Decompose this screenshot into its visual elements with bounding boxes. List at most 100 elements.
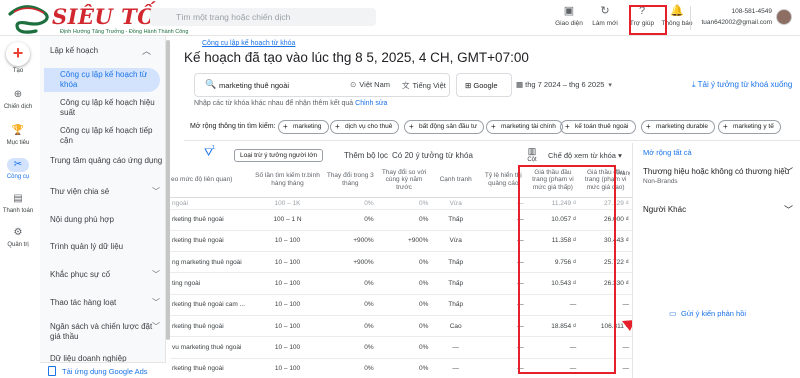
table-row[interactable]: rketing thuê ngoài cam ... 10 – 100 0% 0… [170,294,632,316]
table-header-row: eo mức độ liên quan) Số lần tìm kiếm tr.… [170,163,632,198]
refine-panel: Mở rộng tất cả Thương hiệu hoặc không có… [632,143,800,378]
col-header-yoy-change[interactable]: Thay đổi so với cùng kỳ năm trước [376,163,432,198]
refresh-icon: ↻ [600,5,610,17]
add-filter-button[interactable]: Thêm bộ lọc [344,151,388,160]
cell-impression-share: — [479,209,527,231]
cell-keyword: rketing thuê ngoài [170,358,252,378]
chevron-down-icon: ﹀ [152,270,160,279]
edit-link[interactable]: Chỉnh sửa [355,100,387,107]
date-range-selector[interactable]: ▦ thg 7 2024 – thg 6 2025 ▾ [516,80,612,89]
columns-button[interactable]: ▥ Cột [524,146,540,163]
refine-group-brand[interactable]: Thương hiệu hoặc không có thương hiệu No… [643,167,793,187]
table-row[interactable]: rketing thuê ngoài 10 – 100 +900% +900% … [170,230,632,253]
col-header-keyword[interactable]: eo mức độ liên quan) [170,163,252,198]
help-button[interactable]: ? Trợ giúp [625,4,659,27]
sidenav-group-shared-library[interactable]: Thư viện chia sẻ ﹀ [50,187,164,197]
seed-keyword-value: marketing thuê ngoài [219,81,290,90]
sidenav-item-keyword-planner[interactable]: Công cụ lập kế hoạch từ khóa [44,68,160,92]
view-toggle[interactable]: Chế độ xem từ khóa ▾ [548,151,622,160]
cell-impression-share: — [479,230,527,253]
col-header-bid-low[interactable]: Giá thầu đầu trang (phạm vi mức giá thấp… [526,163,580,198]
table-row[interactable]: ng marketing thuê ngoài 10 – 100 +900% 0… [170,251,632,274]
cell-yoy-change: 0% [376,358,432,378]
col-header-impression-share[interactable]: Tỷ lệ hiển thị quảng cáo [479,163,527,198]
search-input[interactable]: Tìm một trang hoặc chiến dịch [150,8,376,26]
col-header-page-cut[interactable]: Trang [616,170,630,204]
download-ideas-link[interactable]: ⤓ Tải ý tưởng từ khoá xuống [692,80,792,90]
table-row[interactable]: vu marketing thuê ngoài 10 – 100 0% 0% —… [170,336,632,359]
expand-all-link[interactable]: Mở rộng tất cả [643,148,692,157]
expand-chip[interactable]: + dịch vụ cho thuê [330,120,400,134]
get-app-link[interactable]: Tải ứng dụng Google Ads [40,362,166,378]
location-selector[interactable]: ⊙ Việt Nam [350,80,390,89]
create-button[interactable]: + [6,42,30,66]
sidenav-item-reach-planner[interactable]: Công cụ lập kế hoạch tiếp cận [44,124,160,148]
expand-chip[interactable]: + marketing [278,120,329,134]
cell-yoy-change: 0% [376,315,432,338]
rail-item-admin[interactable]: ⚙ Quản trị [0,226,36,248]
cell-yoy-change: 0% [376,251,432,274]
breadcrumb[interactable]: Công cụ lập kế hoạch từ khóa [202,40,295,47]
rail-item-campaigns[interactable]: ⊕ Chiến dịch [0,88,36,110]
cell-bid-low: 10.057 ₫ [526,209,580,231]
sidenav-item-performance-planner[interactable]: Công cụ lập kế hoạch hiệu suất [44,96,160,120]
account-info[interactable]: 108-581-4549 tuan642002@gmail.com [701,6,772,28]
brand-logo-mark [8,5,49,34]
refine-group-other[interactable]: Người Khác ﹀ [643,205,793,215]
left-rail: + Tạo ⊕ Chiến dịch 🏆 Mục tiêu ✂ Công cụ ▤ Th… [0,36,36,378]
feedback-link[interactable]: ▭ Gửi ý kiến phản hồi [669,309,746,318]
top-bar: SIÊU TỐC MARKETING Định Hướng Tăng Trưởn… [0,0,800,36]
expand-chip[interactable]: + marketing y tế [718,120,781,134]
table-row[interactable]: ngoài 100 – 1K 0% 0% Vừa — 11.249 ₫ 27.1… [170,197,632,210]
cell-bid-low: — [526,336,580,359]
table-row[interactable]: ting ngoài 10 – 100 0% 0% Thấp — 10.543 … [170,272,632,295]
sidenav-group-data-manager[interactable]: Trình quản lý dữ liệu [50,242,164,252]
rail-item-tools[interactable]: ✂ Công cụ [0,158,36,180]
col-header-3mo-change[interactable]: Thay đổi trong 3 tháng [323,163,377,198]
expand-chip[interactable]: + bất động sản đầu tư [404,120,485,134]
plus-icon: + [565,122,570,131]
table-row[interactable]: rketing thuê ngoài 10 – 100 0% 0% — — — … [170,358,632,378]
sidenav-group-bulk-actions[interactable]: Thao tác hàng loạt ﹀ [50,298,164,308]
account-id: 108-581-4549 [731,8,772,15]
sidenav-group-app-ads[interactable]: Trung tâm quảng cáo ứng dụng [50,156,164,166]
col-header-avg-searches[interactable]: Số lần tìm kiếm tr.bình hàng tháng [251,163,324,198]
exclude-adult-chip[interactable]: Loại trừ ý tưởng người lớn [234,149,324,162]
table-row[interactable]: rketing thuê ngoài 10 – 100 0% 0% Cao — … [170,315,632,338]
sidenav-group-content-suitability[interactable]: Nội dung phù hợp [50,215,164,225]
chevron-down-icon: ﹀ [152,298,160,307]
table-row[interactable]: rketing thuê ngoài 100 – 1 N 0% 0% Thấp … [170,209,632,231]
chevron-down-icon: ﹀ [152,187,160,196]
rail-item-billing[interactable]: ▤ Thanh toán [0,192,36,214]
language-selector[interactable]: 文 Tiếng Việt [402,80,446,91]
cell-keyword: rketing thuê ngoài [170,315,252,338]
brand-tagline: Định Hướng Tăng Trưởng - Đồng Hành Thành… [60,29,189,35]
cell-competition: — [431,336,480,359]
cell-bid-low: 9.756 ₫ [526,251,580,274]
appearance-button[interactable]: ▣ Giao diện [552,4,586,27]
plus-icon: + [335,122,340,131]
billing-icon: ▤ [13,193,23,204]
cell-bid-high: 30.443 ₫ [579,230,632,253]
avatar[interactable] [776,9,792,25]
cell-3mo-change: 0% [323,315,377,338]
sidenav-group-troubleshooting[interactable]: Khắc phục sự cố ﹀ [50,270,164,280]
sidenav-group-budgets-bidding[interactable]: Ngân sách và chiến lược đặt giá thầu ﹀ [50,322,164,342]
rail-item-goals[interactable]: 🏆 Mục tiêu [0,124,36,146]
refresh-button[interactable]: ↻ Làm mới [588,4,622,27]
cell-keyword: rketing thuê ngoài [170,230,252,253]
cell-bid-high: 106.311 ₫ [579,315,632,338]
expand-chip[interactable]: + marketing tài chính [486,120,563,134]
refine-group-sub: Non-Brands [643,178,678,185]
cell-yoy-change: 0% [376,272,432,295]
notifications-button[interactable]: 🔔 Thông báo [660,4,694,27]
expand-chip[interactable]: + kế toán thuê ngoài [560,120,636,134]
network-selector[interactable]: ⊞ Google [456,73,512,97]
divider [184,140,800,141]
sidenav-header[interactable]: Lập kế hoạch [50,46,98,55]
col-header-competition[interactable]: Cạnh tranh [431,163,480,198]
chevron-up-icon[interactable]: ︿ [142,44,151,57]
expand-chip[interactable]: + marketing durable [641,120,716,134]
dropdown-arrow-icon: ▾ [608,82,612,89]
cell-yoy-change: 0% [376,336,432,359]
